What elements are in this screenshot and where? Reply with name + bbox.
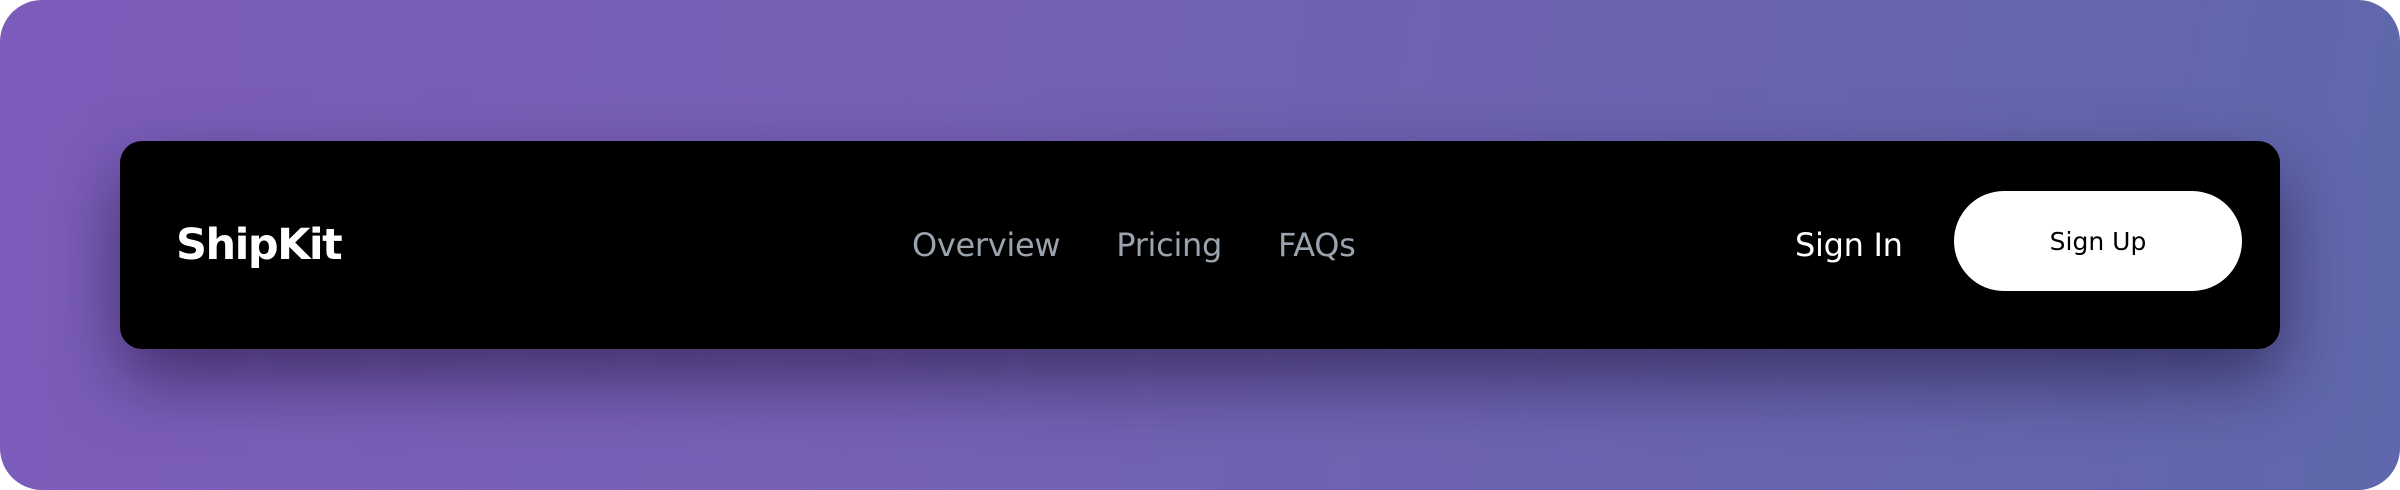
page-background: ShipKit Overview Pricing FAQs Sign In Si…: [0, 0, 2400, 490]
sign-up-button[interactable]: Sign Up: [1954, 191, 2242, 291]
nav-links: Overview Pricing FAQs: [912, 141, 1356, 349]
nav-link-faqs[interactable]: FAQs: [1278, 226, 1356, 264]
brand-logo[interactable]: ShipKit: [176, 141, 343, 349]
nav-link-overview[interactable]: Overview: [912, 226, 1061, 264]
sign-in-link[interactable]: Sign In: [1795, 141, 1903, 349]
top-navbar: ShipKit Overview Pricing FAQs Sign In Si…: [120, 141, 2280, 349]
nav-link-pricing[interactable]: Pricing: [1116, 226, 1222, 264]
